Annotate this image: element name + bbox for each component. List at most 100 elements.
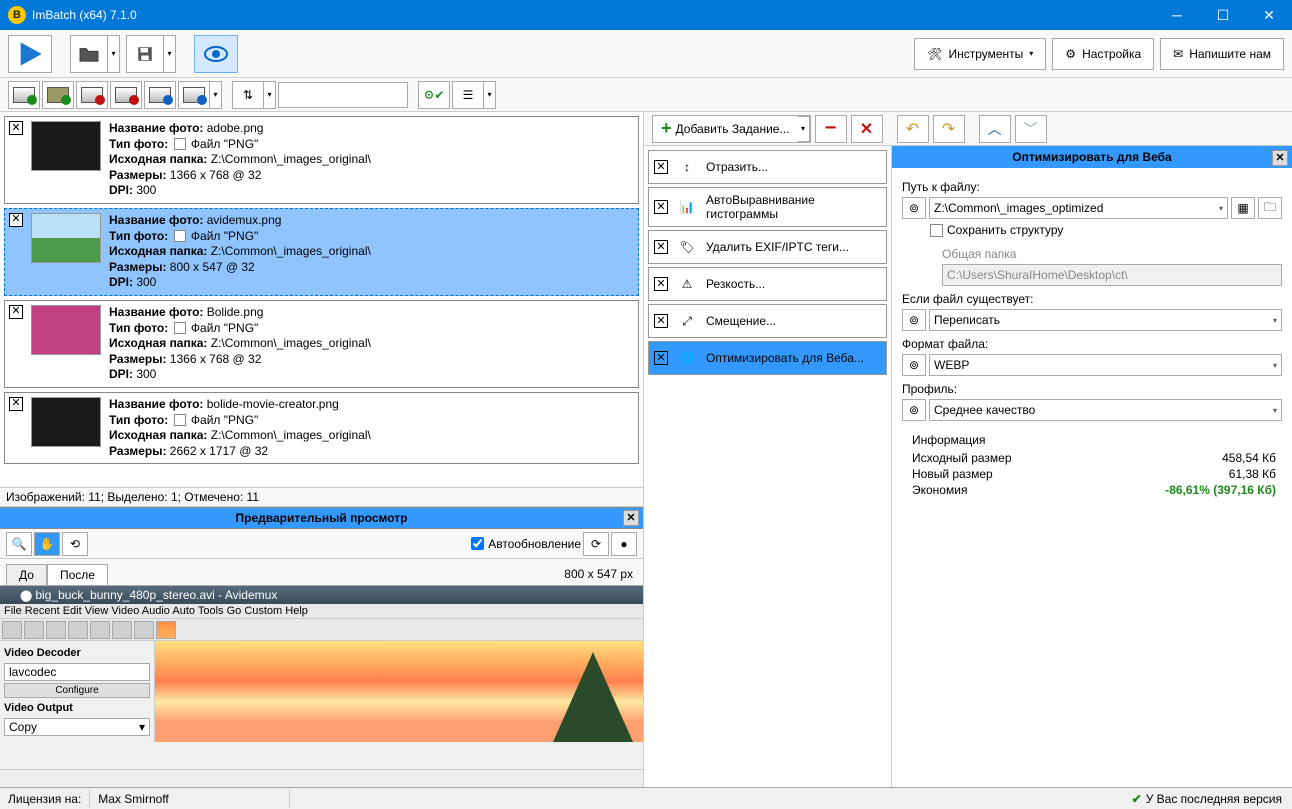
minimize-button[interactable]: ─: [1154, 0, 1200, 30]
add-task-button[interactable]: +Добавить Задание... ▾: [652, 115, 811, 143]
rotate-dropdown[interactable]: ▾: [210, 81, 222, 109]
view-mode-button[interactable]: ☰: [452, 81, 484, 109]
save-dropdown[interactable]: ▾: [164, 35, 176, 73]
image-item[interactable]: ✕ Название фото: Bolide.png Тип фото: Фа…: [4, 300, 639, 388]
path-input[interactable]: Z:\Common\_images_optimized▾: [929, 197, 1228, 219]
properties-close-button[interactable]: ✕: [1272, 150, 1288, 166]
clear-tasks-button[interactable]: ✕: [851, 115, 883, 143]
image-item[interactable]: ✕ Название фото: bolide-movie-creator.pn…: [4, 392, 639, 464]
clear-list-button[interactable]: [110, 81, 142, 109]
keep-structure-check[interactable]: Сохранить структуру: [902, 219, 1282, 241]
task-item[interactable]: ✕ ↕ Отразить...: [648, 150, 887, 184]
path-add-button[interactable]: ▦: [1231, 197, 1255, 219]
path-tag-button[interactable]: ⊚: [902, 197, 926, 219]
tools-button[interactable]: 🛠 Инструменты▾: [914, 38, 1046, 70]
task-item[interactable]: ✕ 📊 АвтоВыравнивание гистограммы: [648, 187, 887, 227]
task-label: Отразить...: [706, 160, 768, 174]
contact-button[interactable]: ✉ Напишите нам: [1160, 38, 1284, 70]
refresh-button[interactable]: ⟳: [583, 532, 609, 556]
thumbnail: [31, 397, 101, 447]
settings-button[interactable]: ⚙ Настройка: [1052, 38, 1154, 70]
thumbnail: [31, 305, 101, 355]
task-item[interactable]: ✕ ⤢ Смещение...: [648, 304, 887, 338]
format-tag-button[interactable]: ⊚: [902, 354, 926, 376]
remove-task-button[interactable]: −: [815, 115, 847, 143]
preview-toggle-button[interactable]: [194, 35, 238, 73]
common-folder-input: [942, 264, 1282, 286]
remove-image-button[interactable]: [76, 81, 108, 109]
move-down-button[interactable]: ﹀: [1015, 115, 1047, 143]
check-all-button[interactable]: ⚙✔: [418, 81, 450, 109]
task-checkbox[interactable]: ✕: [654, 314, 668, 328]
rotate-right-button[interactable]: [178, 81, 210, 109]
sort-dropdown[interactable]: ▾: [264, 81, 276, 109]
item-info: Название фото: avidemux.png Тип фото: Фа…: [109, 213, 634, 291]
save-button[interactable]: [126, 35, 164, 73]
task-checkbox[interactable]: ✕: [654, 160, 668, 174]
filter-input[interactable]: [278, 82, 408, 108]
task-item[interactable]: ✕ 🌐 Оптимизировать для Веба...: [648, 341, 887, 375]
tab-after[interactable]: После: [47, 564, 108, 585]
close-button[interactable]: ✕: [1246, 0, 1292, 30]
left-pane: ✕ Название фото: adobe.png Тип фото: Фай…: [0, 112, 644, 787]
image-item[interactable]: ✕ Название фото: adobe.png Тип фото: Фай…: [4, 116, 639, 204]
open-dropdown[interactable]: ▾: [108, 35, 120, 73]
tab-before[interactable]: До: [6, 564, 47, 585]
profile-select[interactable]: Среднее качество▾: [929, 399, 1282, 421]
add-folder-button[interactable]: [42, 81, 74, 109]
image-item[interactable]: ✕ Название фото: avidemux.png Тип фото: …: [4, 208, 639, 296]
preview-image: ⬤ big_buck_bunny_480p_stereo.avi - Avide…: [0, 585, 643, 769]
main-toolbar: ▾ ▾ 🛠 Инструменты▾ ⚙ Настройка ✉ Напишит…: [0, 30, 1292, 78]
task-checkbox[interactable]: ✕: [654, 351, 668, 365]
task-checkbox[interactable]: ✕: [654, 200, 668, 214]
redo-button[interactable]: ↷: [933, 115, 965, 143]
new-size-row: Новый размер61,38 Кб: [912, 466, 1282, 482]
record-button[interactable]: ●: [611, 532, 637, 556]
task-label: Оптимизировать для Веба...: [706, 351, 864, 365]
open-button[interactable]: [70, 35, 108, 73]
view-mode-dropdown[interactable]: ▾: [484, 81, 496, 109]
maximize-button[interactable]: ☐: [1200, 0, 1246, 30]
right-pane: +Добавить Задание... ▾ − ✕ ↶ ↷ ︿ ﹀ ✕ ↕ О…: [644, 112, 1292, 787]
window-title: ImBatch (x64) 7.1.0: [32, 8, 1154, 22]
run-button[interactable]: [8, 35, 52, 73]
pan-button[interactable]: ✋: [34, 532, 60, 556]
task-list[interactable]: ✕ ↕ Отразить...✕ 📊 АвтоВыравнивание гист…: [644, 146, 892, 787]
task-item[interactable]: ✕ ⚠ Резкость...: [648, 267, 887, 301]
item-checkbox[interactable]: ✕: [9, 305, 23, 319]
item-checkbox[interactable]: ✕: [9, 213, 23, 227]
undo-button[interactable]: ↶: [897, 115, 929, 143]
add-task-dropdown[interactable]: ▾: [798, 116, 810, 142]
task-label: Смещение...: [706, 314, 776, 328]
sort-button[interactable]: ⇅: [232, 81, 264, 109]
settings-label: Настройка: [1082, 47, 1141, 61]
format-select[interactable]: WEBP▾: [929, 354, 1282, 376]
preview-hscroll[interactable]: [0, 769, 643, 787]
task-icon: ↕: [676, 156, 698, 178]
list-status: Изображений: 11; Выделено: 1; Отмечено: …: [0, 487, 643, 507]
item-checkbox[interactable]: ✕: [9, 121, 23, 135]
task-item[interactable]: ✕ 🏷 Удалить EXIF/IPTC теги...: [648, 230, 887, 264]
exists-tag-button[interactable]: ⊚: [902, 309, 926, 331]
add-image-button[interactable]: [8, 81, 40, 109]
exists-select[interactable]: Переписать▾: [929, 309, 1282, 331]
task-checkbox[interactable]: ✕: [654, 240, 668, 254]
rotate-left-button[interactable]: [144, 81, 176, 109]
image-list[interactable]: ✕ Название фото: adobe.png Тип фото: Фай…: [0, 112, 643, 487]
task-checkbox[interactable]: ✕: [654, 277, 668, 291]
path-browse-button[interactable]: 🗀: [1258, 197, 1282, 219]
preview-close-button[interactable]: ✕: [623, 510, 639, 526]
preview-toolbar: 🔍 ✋ ⟲ Автообновление ⟳ ●: [0, 529, 643, 559]
fit-button[interactable]: ⟲: [62, 532, 88, 556]
profile-tag-button[interactable]: ⊚: [902, 399, 926, 421]
properties-header: Оптимизировать для Веба ✕: [892, 146, 1292, 168]
item-info: Название фото: adobe.png Тип фото: Файл …: [109, 121, 634, 199]
move-up-button[interactable]: ︿: [979, 115, 1011, 143]
gear-icon: ⚙: [1065, 47, 1076, 61]
zoom-in-button[interactable]: 🔍: [6, 532, 32, 556]
item-checkbox[interactable]: ✕: [9, 397, 23, 411]
task-icon: 🌐: [676, 347, 698, 369]
window-titlebar: B ImBatch (x64) 7.1.0 ─ ☐ ✕: [0, 0, 1292, 30]
auto-update-check[interactable]: Автообновление: [471, 537, 581, 551]
preview-title-bar: Предварительный просмотр ✕: [0, 508, 643, 529]
